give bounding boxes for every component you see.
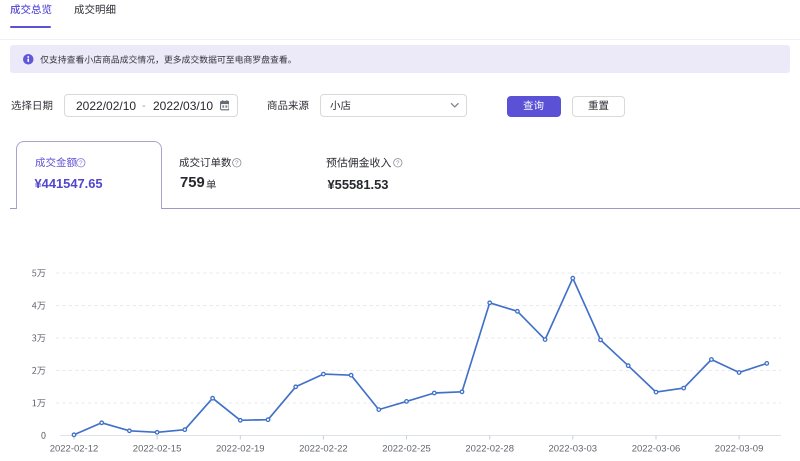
svg-text:?: ? (79, 160, 83, 167)
svg-text:2022-02-19: 2022-02-19 (216, 444, 265, 455)
svg-text:2022-03-03: 2022-03-03 (548, 444, 597, 455)
svg-text:2022-02-28: 2022-02-28 (465, 444, 514, 455)
svg-text:?: ? (396, 160, 400, 167)
svg-text:2022-02-25: 2022-02-25 (382, 444, 431, 455)
svg-text:2022-02-12: 2022-02-12 (50, 444, 99, 455)
svg-text:?: ? (235, 160, 239, 167)
svg-text:2022-02-22: 2022-02-22 (299, 444, 348, 455)
svg-text:2022-03-06: 2022-03-06 (632, 444, 681, 455)
svg-text:2022-02-15: 2022-02-15 (133, 444, 182, 455)
svg-text:2022-03-09: 2022-03-09 (715, 444, 764, 455)
